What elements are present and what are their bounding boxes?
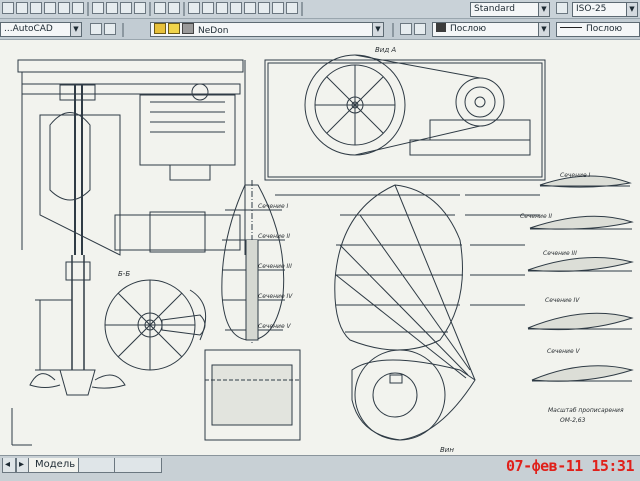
motor-housing — [139, 94, 236, 166]
zoom-realtime-icon[interactable] — [202, 2, 214, 14]
linetype-combo[interactable]: Послою ▼ — [432, 22, 550, 37]
tab-model-label: Модель — [35, 459, 76, 470]
zoom-window-icon[interactable] — [216, 2, 228, 14]
open-file-icon[interactable] — [16, 2, 28, 14]
zoom-previous-icon[interactable] — [230, 2, 242, 14]
tab-layout-2[interactable] — [114, 458, 162, 473]
chevron-down-icon[interactable]: ▼ — [626, 3, 637, 16]
chevron-down-icon[interactable]: ▼ — [372, 23, 383, 36]
dim-style-combo[interactable]: ISO-25 ▼ — [572, 2, 638, 17]
standard-toolbar: Standard ▼ ISO-25 ▼ — [0, 0, 640, 19]
layers-toolbar: ...AutoCAD ▼ NeDon ▼ Послою ▼ Послою — [0, 19, 640, 40]
section-label-4: Сечение IV — [258, 293, 293, 300]
workspace-combo[interactable]: ...AutoCAD ▼ — [0, 22, 82, 37]
design-center-icon[interactable] — [258, 2, 270, 14]
properties-icon[interactable] — [244, 2, 256, 14]
section-label-1: Сечение I — [258, 203, 289, 210]
caption-line-2: ОМ-2,63 — [560, 417, 586, 424]
airfoil-label-2: Сечение II — [520, 213, 552, 220]
airfoil-label-3: Сечение III — [543, 250, 577, 257]
top-frame-beam — [17, 59, 244, 73]
drawing-canvas[interactable]: Вид А Б-Б Вин Сечение I Сечение II Сечен… — [0, 40, 640, 455]
tab-nav-first-icon[interactable]: ◂ — [2, 458, 16, 473]
section-label-3: Сечение III — [258, 263, 292, 270]
layer-previous-icon[interactable] — [414, 23, 426, 35]
lineweight-value: Послою — [586, 24, 623, 34]
text-style-combo[interactable]: Standard ▼ — [470, 2, 550, 17]
undo-icon[interactable] — [154, 2, 166, 14]
linetype-value: Послою — [450, 24, 487, 34]
section-label-5: Сечение V — [258, 323, 292, 330]
copy-icon[interactable] — [106, 2, 118, 14]
lock-icon — [182, 23, 194, 34]
color-swatch-icon — [436, 23, 446, 32]
airfoil-label-5: Сечение V — [547, 348, 581, 355]
view-bottom-label: Вин — [440, 446, 454, 454]
text-style-value: Standard — [474, 4, 515, 14]
camera-timestamp: 07-фев-11 15:31 — [506, 457, 634, 475]
airfoil-section-4 — [527, 312, 634, 331]
make-current-icon[interactable] — [400, 23, 412, 35]
small-pulley — [455, 77, 505, 127]
pan-icon[interactable] — [188, 2, 200, 14]
gearbox-casing — [39, 114, 121, 256]
lineweight-sample-icon — [560, 27, 582, 28]
print-icon[interactable] — [44, 2, 56, 14]
dim-style-value: ISO-25 — [576, 4, 607, 14]
section-label-2: Сечение II — [258, 233, 290, 240]
layer-manager-icon[interactable] — [90, 23, 102, 35]
layer-combo[interactable]: NeDon ▼ — [150, 22, 384, 37]
technical-drawing: Вид А Б-Б Вин Сечение I Сечение II Сечен… — [11, 46, 634, 454]
airfoil-section-5 — [531, 365, 634, 382]
tab-model[interactable]: Модель — [28, 458, 83, 473]
redo-icon[interactable] — [168, 2, 180, 14]
lineweight-combo[interactable]: Послою — [556, 22, 640, 37]
chevron-down-icon[interactable]: ▼ — [538, 3, 549, 16]
sun-icon — [168, 23, 180, 34]
cut-icon[interactable] — [92, 2, 104, 14]
publish-icon[interactable] — [72, 2, 84, 14]
airfoil-label-1: Сечение I — [560, 172, 591, 179]
workspace-value: ...AutoCAD — [4, 24, 53, 34]
bulb-icon — [154, 23, 166, 34]
calculator-icon[interactable] — [286, 2, 298, 14]
airfoil-label-4: Сечение IV — [545, 297, 580, 304]
save-icon[interactable] — [30, 2, 42, 14]
chevron-down-icon[interactable]: ▼ — [538, 23, 549, 36]
view-a-label: Вид А — [375, 46, 396, 54]
layer-states-icon[interactable] — [104, 23, 116, 35]
view-bb-label: Б-Б — [118, 270, 130, 278]
tool-palettes-icon[interactable] — [272, 2, 284, 14]
match-properties-icon[interactable] — [134, 2, 146, 14]
paste-icon[interactable] — [120, 2, 132, 14]
dim-style-icon[interactable] — [556, 2, 568, 14]
chevron-down-icon[interactable]: ▼ — [70, 23, 81, 36]
caption-line-1: Масштаб прописарения — [548, 407, 624, 414]
new-file-icon[interactable] — [2, 2, 14, 14]
layer-name-value: NeDon — [198, 26, 229, 36]
airfoil-section-3 — [527, 257, 634, 272]
preview-icon[interactable] — [58, 2, 70, 14]
